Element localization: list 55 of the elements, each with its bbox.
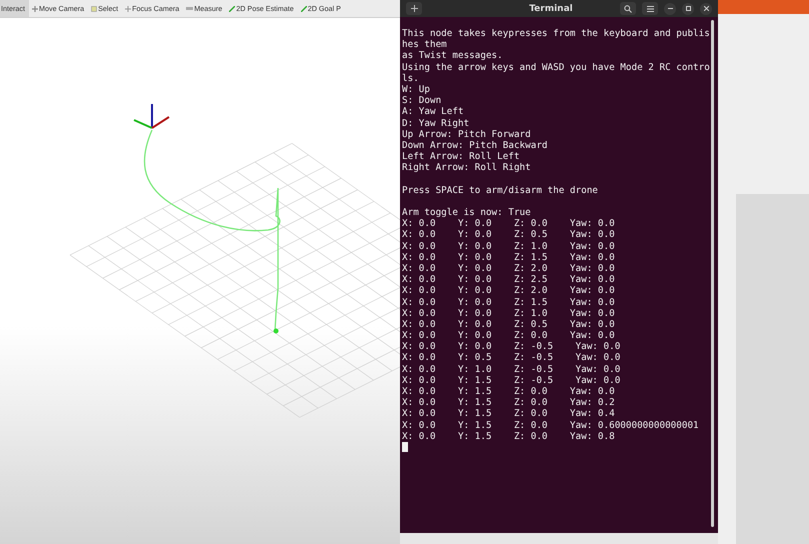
plus-icon — [410, 5, 418, 12]
terminal-line: X: 0.0 Y: 1.5 Z: 0.0 Yaw: 0.0 — [402, 386, 616, 398]
menu-icon — [646, 6, 654, 12]
menu-button[interactable] — [642, 2, 658, 15]
terminal-line: X: 0.0 Y: 1.5 Z: 0.0 Yaw: 0.6000000000000001 — [402, 420, 700, 431]
terminal-line: X: 0.0 Y: 0.0 Z: 2.0 Yaw: 0.0 — [402, 262, 616, 274]
drone-marker — [274, 328, 278, 334]
terminal-line: Using the arrow keys and WASD you have Mode 2 RC contro — [402, 62, 711, 73]
terminal-line: X: 0.0 Y: 1.5 Z: 0.0 Yaw: 0.8 — [402, 430, 616, 442]
terminal-line: X: 0.0 Y: 0.0 Z: 1.0 Yaw: 0.0 — [402, 240, 616, 252]
ruler-icon — [186, 7, 194, 10]
terminal-line: Arm toggle is now: True — [402, 207, 532, 218]
terminal-line: as Twist messages. — [402, 50, 504, 62]
terminal-line: hes them — [402, 39, 448, 50]
text-cursor — [402, 442, 408, 452]
terminal-line: X: 0.0 Y: 0.0 Z: 0.5 Yaw: 0.0 — [402, 318, 616, 330]
terminal-line: Press SPACE to arm/disarm the drone — [402, 184, 599, 196]
search-icon — [624, 4, 632, 12]
close-icon — [704, 6, 708, 11]
terminal-line: X: 0.0 Y: 0.0 Z: 0.5 Yaw: 0.0 — [402, 229, 616, 241]
maximize-icon — [686, 6, 690, 11]
terminal-line: Left Arrow: Roll Left — [402, 151, 521, 162]
search-button[interactable] — [620, 2, 636, 15]
terminal-line: X: 0.0 Y: 0.0 Z: 2.0 Yaw: 0.0 — [402, 285, 616, 296]
terminal-line: X: 0.0 Y: 1.5 Z: 0.0 Yaw: 0.2 — [402, 397, 616, 408]
terminal-line: X: 0.0 Y: 0.0 Z: 1.5 Yaw: 0.0 — [402, 252, 616, 263]
terminal-line: D: Yaw Right — [402, 118, 470, 129]
maximize-button[interactable] — [682, 2, 694, 14]
terminal-line: ls. — [402, 72, 420, 84]
scrollbar[interactable] — [711, 20, 714, 527]
terminal-line: X: 0.0 Y: 0.5 Z: -0.5 Yaw: 0.0 — [402, 352, 622, 364]
terminal-line: Down Arrow: Pitch Backward — [402, 140, 549, 152]
minimize-button[interactable] — [664, 2, 676, 14]
terminal-line: X: 0.0 Y: 0.0 Z: 1.5 Yaw: 0.0 — [402, 296, 616, 308]
terminal-line: X: 0.0 Y: 1.5 Z: 0.0 Yaw: 0.4 — [402, 408, 616, 420]
window-title: Terminal — [528, 4, 574, 14]
terminal-line: X: 0.0 Y: 0.0 Z: 2.5 Yaw: 0.0 — [402, 274, 616, 286]
terminal-line: X: 0.0 Y: 1.5 Z: -0.5 Yaw: 0.0 — [402, 374, 622, 386]
terminal-line: W: Up — [402, 84, 431, 96]
square-icon — [91, 6, 98, 12]
terminal-line: S: Down — [402, 95, 442, 106]
terminal-line: A: Yaw Left — [402, 106, 465, 118]
terminal-line: X: 0.0 Y: 1.0 Z: -0.5 Yaw: 0.0 — [402, 364, 622, 375]
terminal-line: X: 0.0 Y: 0.0 Z: 0.0 Yaw: 0.0 — [402, 330, 616, 342]
terminal-line: X: 0.0 Y: 0.0 Z: 0.0 Yaw: 0.0 — [402, 218, 616, 230]
terminal-line: Up Arrow: Pitch Forward — [402, 128, 532, 140]
terminal-line: Right Arrow: Roll Right — [402, 162, 532, 174]
axes-drawing — [134, 104, 170, 129]
terminal-line: This node takes keypresses from the keyboard and publis — [402, 28, 711, 40]
crosshair-icon — [125, 6, 132, 12]
new-tab-button[interactable] — [406, 2, 422, 15]
close-button[interactable] — [700, 2, 712, 14]
minimize-icon — [668, 8, 672, 9]
terminal-line: X: 0.0 Y: 0.0 Z: 1.0 Yaw: 0.0 — [402, 308, 616, 319]
terminal-line: X: 0.0 Y: 0.0 Z: -0.5 Yaw: 0.0 — [402, 341, 622, 352]
